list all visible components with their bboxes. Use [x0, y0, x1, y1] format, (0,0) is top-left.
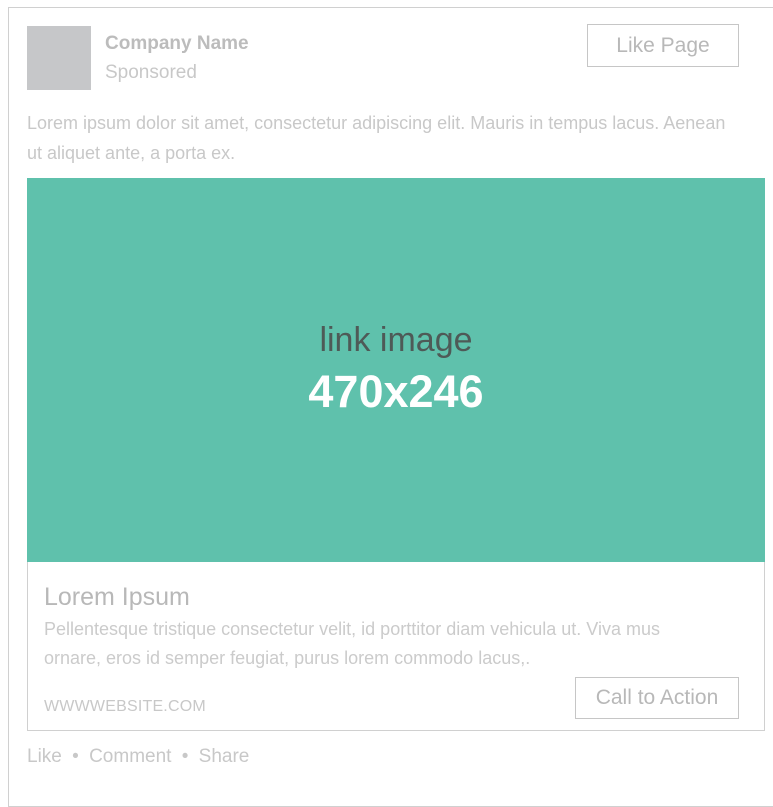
- link-title[interactable]: Lorem Ipsum: [44, 583, 190, 612]
- link-image-label: link image: [319, 321, 473, 359]
- sponsored-label: Sponsored: [105, 62, 197, 83]
- comment-link[interactable]: Comment: [89, 746, 171, 767]
- like-page-button[interactable]: Like Page: [587, 24, 739, 67]
- call-to-action-button[interactable]: Call to Action: [575, 677, 739, 719]
- link-preview[interactable]: link image 470x246 Lorem Ipsum Pellentes…: [27, 178, 765, 731]
- post-actions: Like • Comment • Share: [27, 746, 249, 768]
- post-text: Lorem ipsum dolor sit amet, consectetur …: [27, 113, 726, 163]
- link-website[interactable]: WWWWEBSITE.COM: [44, 698, 206, 716]
- action-separator: •: [72, 746, 79, 767]
- link-image-size: 470x246: [308, 366, 484, 417]
- company-avatar[interactable]: [27, 26, 91, 90]
- link-description: Pellentesque tristique consectetur velit…: [44, 619, 660, 668]
- company-name[interactable]: Company Name: [105, 33, 249, 55]
- share-link[interactable]: Share: [199, 746, 250, 767]
- action-separator: •: [181, 746, 189, 767]
- link-image-placeholder[interactable]: link image 470x246: [27, 178, 765, 562]
- like-link[interactable]: Like: [27, 746, 62, 767]
